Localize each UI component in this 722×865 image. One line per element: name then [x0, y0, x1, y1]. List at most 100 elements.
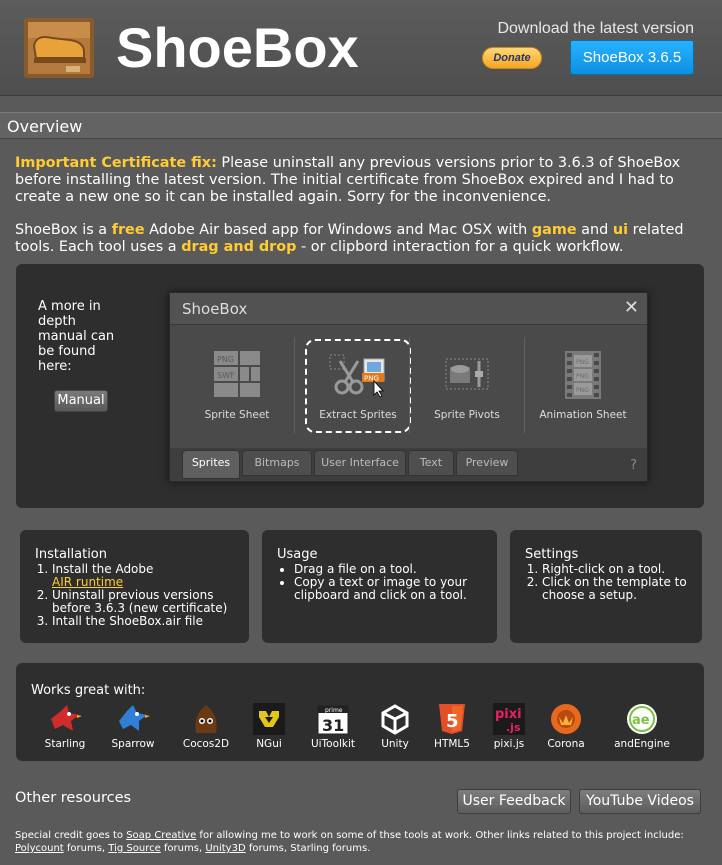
engine-cocos2d[interactable]: Cocos2D [171, 703, 241, 750]
engine-label: Corona [547, 738, 585, 750]
download-heading: Download the latest version [497, 20, 694, 37]
works-with-title: Works great with: [31, 683, 146, 698]
svg-text:PNG: PNG [576, 387, 589, 394]
settings-title: Settings [525, 547, 579, 562]
intro-text: Adobe Air based app for Windows and Mac … [144, 222, 532, 238]
engine-label: Starling [44, 738, 86, 750]
credits-fragment: forums, [63, 843, 109, 854]
donate-button[interactable]: Donate [482, 47, 542, 69]
engine-label: Cocos2D [182, 738, 230, 750]
engine-sparrow[interactable]: Sparrow [98, 703, 168, 750]
close-icon[interactable]: ✕ [624, 298, 639, 318]
svg-text:.js: .js [506, 721, 521, 734]
sprite-sheet-icon: PNG SWF [214, 351, 260, 397]
credits-fragment: forums, [160, 843, 206, 854]
sparrow-bird-icon [119, 705, 150, 731]
tool-animation-sheet[interactable]: PNG PNG PNG Animation Sheet [525, 335, 641, 435]
svg-text:31: 31 [322, 716, 344, 735]
step-text: Install the Adobe [52, 562, 154, 576]
unity3d-link[interactable]: Unity3D [205, 843, 245, 854]
list-item: Intall the ShoeBox.air file [52, 615, 249, 628]
credits-text: Special credit goes to Soap Creative for… [15, 829, 715, 855]
intro-text: ShoeBox is a [15, 222, 112, 238]
certificate-fix-label: Important Certificate fix: [15, 155, 217, 171]
intro-free: free [111, 222, 145, 238]
engine-andengine[interactable]: ae andEngine [607, 703, 677, 750]
air-runtime-link[interactable]: AIR runtime [52, 575, 123, 589]
intro-game: game [531, 222, 577, 238]
list-item: Install the AdobeAIR runtime [52, 563, 249, 589]
brand-title: ShoeBox [116, 16, 359, 79]
overview-section-bar: Overview [0, 112, 722, 139]
credits-fragment: for allowing me to work on some of thse … [196, 830, 684, 841]
manual-description: A more in depth manual can be found here… [38, 299, 115, 374]
starling-bird-icon [51, 705, 82, 731]
svg-text:prime: prime [325, 707, 343, 714]
svg-text:PNG: PNG [364, 375, 379, 383]
download-version-button[interactable]: ShoeBox 3.6.5 [570, 40, 694, 75]
engine-label: NGui [256, 738, 282, 750]
shoebox-logo-icon[interactable] [22, 12, 96, 80]
soap-creative-link[interactable]: Soap Creative [126, 830, 196, 841]
html5-shield-icon: 5 [439, 704, 465, 734]
svg-text:pixi: pixi [495, 707, 522, 722]
overview-title: Overview [7, 117, 83, 136]
engine-label: Sparrow [111, 738, 155, 750]
film-strip-icon: PNG PNG PNG [565, 351, 601, 399]
andengine-icon: ae [627, 704, 657, 734]
unity-icon [381, 704, 409, 735]
engine-uitoolkit[interactable]: prime 31 UiToolkit [298, 703, 368, 750]
tool-divider [294, 337, 295, 433]
app-tabs-bar: Sprites Bitmaps User Interface Text Prev… [170, 448, 647, 481]
help-icon[interactable]: ? [630, 458, 637, 473]
sprite-pivots-icon [445, 358, 489, 390]
tool-label: Extract Sprites [319, 409, 397, 421]
corona-icon [551, 704, 581, 734]
polycount-link[interactable]: Polycount [15, 843, 64, 854]
intro-ui: ui [612, 222, 629, 238]
usage-title: Usage [277, 547, 318, 562]
usage-box: Usage Drag a file on a tool. Copy a text… [262, 530, 497, 643]
intro-drag-and-drop: drag and drop [181, 238, 297, 255]
installation-title: Installation [35, 547, 108, 562]
engine-corona[interactable]: Corona [531, 703, 601, 750]
pixijs-icon: pixi .js [493, 703, 525, 735]
svg-text:PNG: PNG [576, 359, 589, 366]
list-item: Uninstall previous versions before 3.6.3… [52, 589, 249, 615]
engine-label: UiToolkit [310, 738, 356, 750]
list-item: Copy a text or image to your clipboard a… [294, 576, 497, 602]
tig-source-link[interactable]: Tig Source [108, 843, 160, 854]
svg-text:PNG: PNG [217, 355, 234, 364]
certificate-notice: Important Certificate fix: Please uninst… [15, 155, 705, 205]
engine-starling[interactable]: Starling [30, 703, 100, 750]
tab-user-interface[interactable]: User Interface [314, 450, 406, 476]
tool-extract-sprites[interactable]: PNG Extract Sprites [300, 335, 416, 435]
cocos2d-icon [195, 705, 217, 733]
tab-preview[interactable]: Preview [456, 450, 518, 476]
svg-text:ae: ae [632, 713, 650, 728]
usage-list: Drag a file on a tool. Copy a text or im… [277, 563, 497, 602]
demo-panel: A more in depth manual can be found here… [16, 264, 704, 508]
manual-button[interactable]: Manual [54, 390, 108, 412]
svg-text:PNG: PNG [576, 373, 589, 380]
user-feedback-button[interactable]: User Feedback [457, 789, 571, 814]
works-with-panel: Works great with: Starling Sparrow Cocos… [16, 663, 704, 761]
app-preview-window: ShoeBox ✕ PNG SWF Sprite Sheet PNG Extra… [169, 292, 648, 482]
site-header: ShoeBox Download the latest version Dona… [0, 0, 722, 96]
engine-ngui[interactable]: NGui [234, 703, 304, 750]
other-resources-title: Other resources [15, 790, 132, 806]
tab-bitmaps[interactable]: Bitmaps [242, 450, 312, 476]
credits-fragment: Special credit goes to [15, 830, 127, 841]
ngui-icon [253, 703, 285, 735]
youtube-videos-button[interactable]: YouTube Videos [579, 789, 701, 814]
tool-label: Sprite Pivots [434, 409, 500, 421]
tool-sprite-pivots[interactable]: Sprite Pivots [409, 335, 525, 435]
engine-label: andEngine [614, 738, 670, 750]
list-item: Click on the template to choose a setup. [542, 576, 702, 602]
tool-label: Animation Sheet [539, 409, 627, 421]
uitoolkit-calendar-icon: prime 31 [317, 705, 349, 735]
intro-text: - or clipbord interaction for a quick wo… [296, 238, 624, 255]
tab-text[interactable]: Text [408, 450, 454, 476]
tab-sprites[interactable]: Sprites [182, 450, 240, 479]
tool-sprite-sheet[interactable]: PNG SWF Sprite Sheet [179, 335, 295, 435]
